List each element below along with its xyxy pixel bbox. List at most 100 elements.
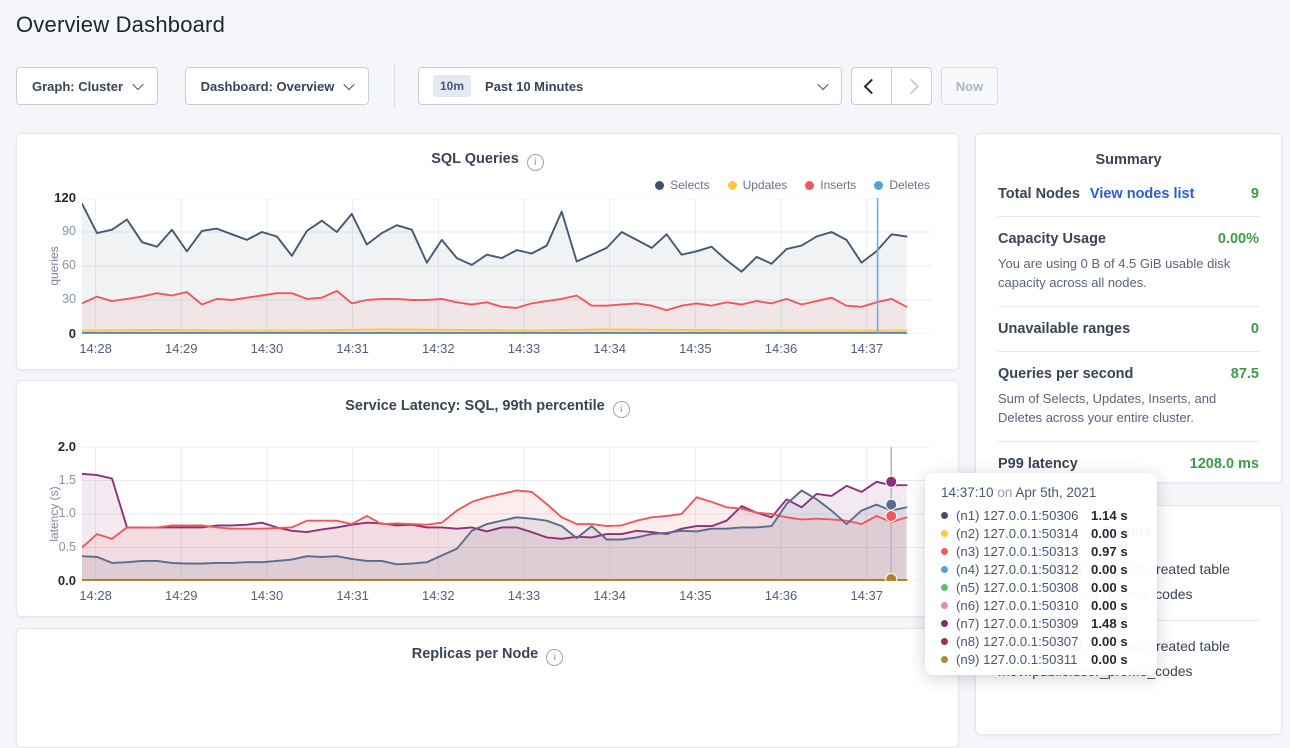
tooltip-node-label: (n6) 127.0.0.1:50310 [956, 598, 1091, 613]
x-axis-tick-label: 14:29 [151, 588, 211, 603]
y-axis-tick-label: 0.5 [36, 540, 76, 554]
x-axis-tick-label: 14:34 [580, 588, 640, 603]
total-nodes-label: Total Nodes [998, 186, 1080, 202]
graph-dropdown-label: Graph: Cluster [32, 79, 123, 94]
tooltip-preposition: on [997, 485, 1012, 500]
x-axis-tick-label: 14:33 [494, 588, 554, 603]
tooltip-row: (n8) 127.0.0.1:503070.00 s [941, 632, 1141, 650]
tooltip-node-value: 1.14 s [1091, 508, 1141, 523]
summary-row-unavailable: Unavailable ranges 0 [998, 306, 1259, 351]
tooltip-node-value: 0.00 s [1091, 562, 1141, 577]
sql-queries-chart-panel: SQL Queries Selects Updates Inserts Deletes… [16, 133, 959, 370]
chart-title: Service Latency: SQL, 99th percentile [17, 398, 958, 418]
time-back-button[interactable] [852, 68, 891, 104]
chart-title-text: Service Latency: SQL, 99th percentile [345, 398, 605, 414]
chart-title: SQL Queries [17, 151, 958, 171]
summary-body: Total Nodes View nodes list 9 Capacity U… [976, 172, 1281, 486]
info-icon[interactable] [527, 154, 544, 171]
tooltip-node-label: (n9) 127.0.0.1:50311 [956, 652, 1091, 667]
x-axis-tick-label: 14:33 [494, 341, 554, 356]
tooltip-node-label: (n4) 127.0.0.1:50312 [956, 562, 1091, 577]
info-icon[interactable] [613, 401, 630, 418]
x-axis-tick-label: 14:37 [837, 341, 897, 356]
tooltip-node-label: (n2) 127.0.0.1:50314 [956, 526, 1091, 541]
view-nodes-list-link[interactable]: View nodes list [1090, 186, 1195, 202]
qps-label: Queries per second [998, 366, 1133, 382]
legend-dot-icon [655, 181, 664, 190]
time-range-label: Past 10 Minutes [485, 79, 583, 94]
tooltip-node-value: 0.00 s [1091, 580, 1141, 595]
series-dot-icon [941, 566, 948, 573]
unavailable-ranges-value: 0 [1251, 321, 1259, 337]
summary-heading: Summary [976, 134, 1281, 172]
legend-label: Inserts [820, 178, 856, 192]
unavailable-ranges-label: Unavailable ranges [998, 321, 1130, 337]
tooltip-date: Apr 5th, 2021 [1015, 485, 1096, 500]
tooltip-node-value: 0.00 s [1091, 526, 1141, 541]
summary-row-total-nodes: Total Nodes View nodes list 9 [998, 172, 1259, 216]
x-axis-tick-label: 14:36 [751, 588, 811, 603]
service-latency-chart-panel: Service Latency: SQL, 99th percentile la… [16, 380, 959, 617]
legend-label: Deletes [889, 178, 930, 192]
y-axis-tick-label: 0.0 [36, 573, 76, 588]
chevron-left-icon [864, 78, 880, 94]
y-axis-tick-label: 1.0 [36, 506, 76, 520]
x-axis-tick-label: 14:35 [665, 341, 725, 356]
x-axis-tick-label: 14:31 [323, 341, 383, 356]
capacity-label: Capacity Usage [998, 231, 1106, 247]
tooltip-row: (n3) 127.0.0.1:503130.97 s [941, 542, 1141, 560]
replicas-chart-panel: Replicas per Node [16, 628, 959, 748]
info-icon[interactable] [546, 649, 563, 666]
time-forward-button[interactable] [891, 68, 931, 104]
chevron-down-icon [344, 79, 355, 90]
time-nav-group [851, 67, 932, 105]
tooltip-node-label: (n7) 127.0.0.1:50309 [956, 616, 1091, 631]
series-dot-icon [941, 512, 948, 519]
x-axis-tick-label: 14:28 [66, 341, 126, 356]
summary-row-qps: Queries per second 87.5 Sum of Selects, … [998, 351, 1259, 441]
legend-item[interactable]: Inserts [805, 178, 856, 192]
tooltip-row: (n6) 127.0.0.1:503100.00 s [941, 596, 1141, 614]
tooltip-row: (n5) 127.0.0.1:503080.00 s [941, 578, 1141, 596]
tooltip-time: 14:37:10 [941, 485, 994, 500]
tooltip-node-label: (n3) 127.0.0.1:50313 [956, 544, 1091, 559]
legend-label: Selects [670, 178, 709, 192]
x-axis-tick-label: 14:31 [323, 588, 383, 603]
x-axis-tick-label: 14:32 [408, 341, 468, 356]
legend-item[interactable]: Updates [728, 178, 788, 192]
sql-queries-plot[interactable] [82, 198, 932, 334]
chart-title-text: SQL Queries [431, 151, 519, 167]
now-button[interactable]: Now [941, 67, 998, 105]
tooltip-row: (n7) 127.0.0.1:503091.48 s [941, 614, 1141, 632]
series-dot-icon [941, 638, 948, 645]
legend-item[interactable]: Selects [655, 178, 709, 192]
legend-label: Updates [743, 178, 788, 192]
time-range-badge: 10m [433, 75, 471, 97]
y-axis-tick-label: 90 [36, 224, 76, 238]
y-axis-tick-label: 60 [36, 258, 76, 272]
tooltip-node-value: 0.97 s [1091, 544, 1141, 559]
y-axis-tick-label: 120 [36, 190, 76, 205]
series-dot-icon [941, 548, 948, 555]
series-dot-icon [941, 656, 948, 663]
tooltip-node-label: (n5) 127.0.0.1:50308 [956, 580, 1091, 595]
x-axis-tick-label: 14:32 [408, 588, 468, 603]
y-axis-tick-label: 2.0 [36, 439, 76, 454]
series-dot-icon [941, 602, 948, 609]
service-latency-plot[interactable] [82, 447, 932, 581]
p99-latency-label: P99 latency [998, 456, 1078, 472]
series-dot-icon [941, 620, 948, 627]
x-axis-tick-label: 14:37 [837, 588, 897, 603]
tooltip-row: (n2) 127.0.0.1:503140.00 s [941, 524, 1141, 542]
controls-divider [394, 63, 395, 109]
dashboard-dropdown[interactable]: Dashboard: Overview [185, 67, 369, 105]
legend-item[interactable]: Deletes [874, 178, 930, 192]
tooltip-row: (n1) 127.0.0.1:503061.14 s [941, 506, 1141, 524]
x-axis-tick-label: 14:30 [237, 341, 297, 356]
time-range-picker[interactable]: 10m Past 10 Minutes [418, 67, 842, 105]
legend-dot-icon [874, 181, 883, 190]
x-axis-tick-label: 14:29 [151, 341, 211, 356]
dashboard-dropdown-label: Dashboard: Overview [201, 79, 335, 94]
p99-latency-value: 1208.0 ms [1190, 456, 1259, 472]
graph-dropdown[interactable]: Graph: Cluster [16, 67, 158, 105]
